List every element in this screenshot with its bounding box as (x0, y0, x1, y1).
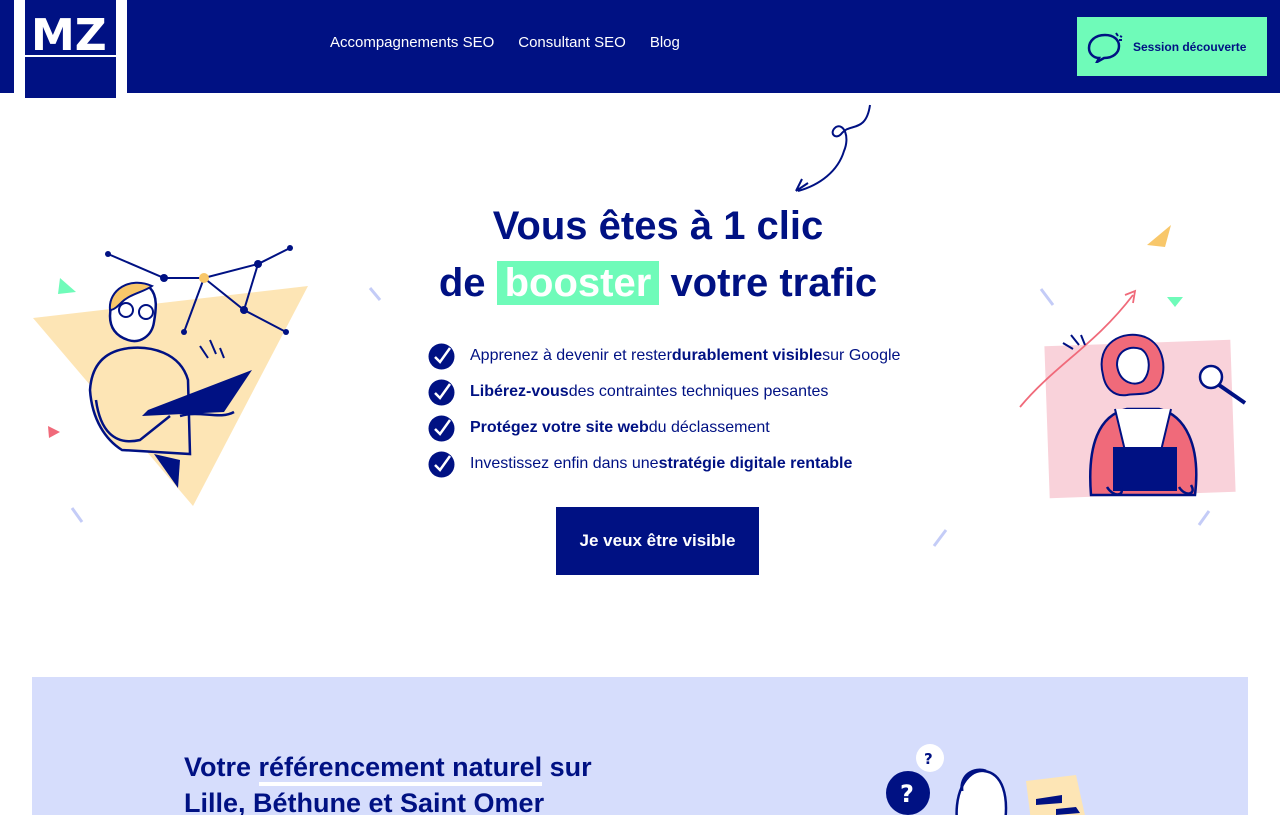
decor-dash (932, 529, 948, 547)
small-question-mark: ? (924, 750, 933, 768)
hero-title-highlight: booster (496, 261, 660, 305)
benefit-bold: durablement visible (671, 347, 823, 364)
hero-title: Vous êtes à 1 clic de booster votre traf… (400, 198, 916, 312)
section2-title: Votre référencement naturel sur Lille, B… (184, 749, 704, 815)
benefit-item: Protégez votre site web du déclassement (428, 410, 900, 446)
section2-title-post: sur (542, 752, 592, 782)
benefit-post: du déclassement (648, 419, 770, 436)
hero-title-post: votre trafic (670, 261, 878, 305)
hero-title-pre: de (438, 261, 486, 305)
section2-title-line2: Lille, Béthune et Saint Omer (184, 788, 545, 815)
question-mark: ? (900, 780, 914, 808)
check-icon (428, 451, 455, 477)
benefit-bold: stratégie digitale rentable (658, 455, 853, 472)
check-icon (428, 415, 455, 441)
curly-arrow-icon (795, 104, 871, 192)
hero-title-line1: Vous êtes à 1 clic (492, 204, 824, 248)
benefit-post: sur Google (822, 347, 901, 364)
session-decouverte-button[interactable]: Session découverte (1077, 17, 1267, 76)
benefit-item: Libérez-vous des contraintes techniques … (428, 374, 900, 410)
benefits-list: Apprenez à devenir et rester durablement… (428, 338, 900, 482)
benefit-post: des contraintes techniques pesantes (568, 383, 829, 400)
check-icon (428, 343, 455, 369)
logo-mark: MZ (25, 0, 116, 98)
man-with-laptop-illustration (33, 245, 382, 523)
benefit-bold: Libérez-vous (470, 383, 569, 400)
nav-consultant-seo[interactable]: Consultant SEO (518, 34, 626, 51)
benefit-pre: Investissez enfin dans une (470, 455, 659, 472)
section2-title-pre: Votre (184, 752, 259, 782)
nav-accompagnements-seo[interactable]: Accompagnements SEO (330, 34, 494, 51)
logo-text: MZ (31, 10, 107, 61)
speech-bubble-icon (1087, 31, 1123, 63)
logo[interactable]: MZ (14, 0, 127, 105)
benefit-item: Apprenez à devenir et rester durablement… (428, 338, 900, 374)
woman-with-tablet-illustration (1019, 225, 1247, 526)
site-header: MZ Accompagnements SEO Consultant SEO Bl… (0, 0, 1280, 105)
local-seo-section: Votre référencement naturel sur Lille, B… (32, 677, 1248, 815)
main-nav: Accompagnements SEO Consultant SEO Blog (330, 34, 680, 51)
nav-blog[interactable]: Blog (650, 34, 680, 51)
check-icon (428, 379, 455, 405)
benefit-pre: Apprenez à devenir et rester (470, 347, 672, 364)
questioning-person-illustration: ? ? (886, 744, 1085, 815)
section2-title-underlined: référencement naturel (258, 752, 543, 786)
benefit-bold: Protégez votre site web (470, 419, 649, 436)
session-decouverte-label: Session découverte (1133, 39, 1247, 54)
benefit-item: Investissez enfin dans une stratégie dig… (428, 446, 900, 482)
je-veux-etre-visible-button[interactable]: Je veux être visible (556, 507, 759, 575)
